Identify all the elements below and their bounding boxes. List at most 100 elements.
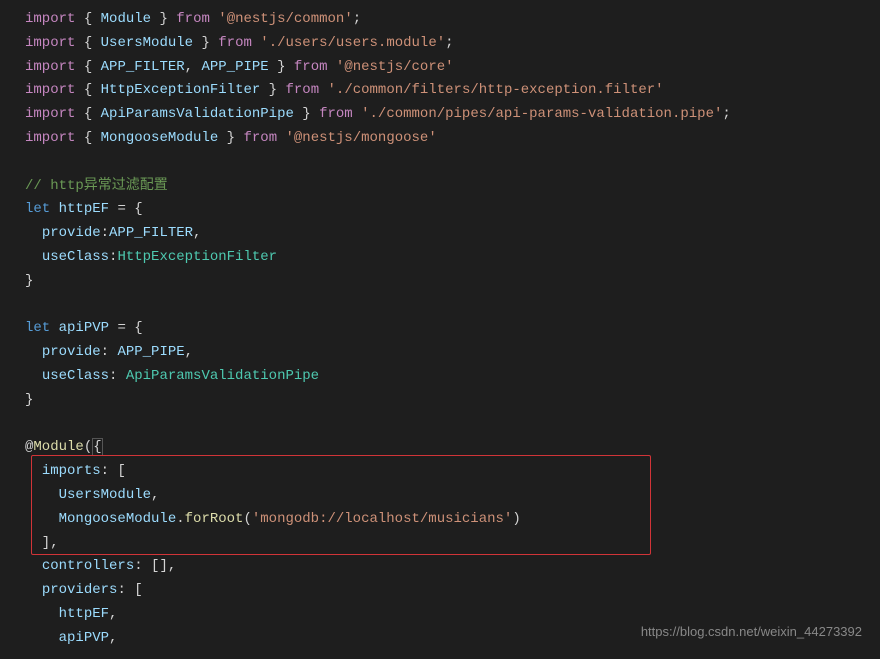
code-line[interactable]: import { Module } from '@nestjs/common'; bbox=[25, 8, 880, 32]
code-token-punctuation: { bbox=[75, 11, 100, 27]
code-line[interactable] bbox=[25, 151, 880, 175]
code-line[interactable]: } bbox=[25, 270, 880, 294]
code-line[interactable]: provide:APP_FILTER, bbox=[25, 222, 880, 246]
code-token-punctuation: , bbox=[151, 487, 159, 503]
code-token-identifier: MongooseModule bbox=[59, 511, 177, 527]
code-token-kw-let: let bbox=[25, 201, 50, 217]
code-token-punctuation: : bbox=[109, 368, 126, 384]
code-token-property: providers bbox=[42, 582, 118, 598]
code-token-property: useClass bbox=[42, 249, 109, 265]
code-token-punctuation: ; bbox=[722, 106, 730, 122]
code-line[interactable]: ], bbox=[25, 532, 880, 556]
code-token-punctuation: = { bbox=[109, 320, 143, 336]
code-token-kw-from: from bbox=[243, 130, 277, 146]
code-token-punctuation: : [ bbox=[101, 463, 126, 479]
code-token-punctuation: , bbox=[185, 344, 193, 360]
code-token-punctuation bbox=[25, 344, 42, 360]
code-token-identifier: httpEF bbox=[59, 201, 109, 217]
code-line[interactable]: @Module({ bbox=[25, 436, 880, 460]
code-token-punctuation bbox=[25, 249, 42, 265]
code-token-identifier: APP_PIPE bbox=[201, 59, 268, 75]
code-token-punctuation bbox=[25, 463, 42, 479]
code-token-punctuation: { bbox=[75, 130, 100, 146]
code-line[interactable]: controllers: [], bbox=[25, 555, 880, 579]
code-line[interactable]: import { APP_FILTER, APP_PIPE } from '@n… bbox=[25, 56, 880, 80]
code-token-bracket-highlight: { bbox=[92, 438, 102, 456]
code-token-punctuation: } bbox=[269, 59, 294, 75]
code-token-punctuation bbox=[277, 130, 285, 146]
code-token-kw-from: from bbox=[286, 82, 320, 98]
code-token-comment: // http异常过滤配置 bbox=[25, 178, 168, 194]
code-token-identifier: Module bbox=[101, 11, 151, 27]
code-token-punctuation bbox=[25, 582, 42, 598]
code-token-identifier: apiPVP bbox=[59, 630, 109, 646]
code-line[interactable] bbox=[25, 294, 880, 318]
code-token-identifier: APP_FILTER bbox=[101, 59, 185, 75]
code-line[interactable]: providers: [ bbox=[25, 579, 880, 603]
code-token-punctuation bbox=[328, 59, 336, 75]
code-token-identifier: APP_PIPE bbox=[117, 344, 184, 360]
code-token-punctuation: : [], bbox=[134, 558, 176, 574]
code-token-identifier: apiPVP bbox=[59, 320, 109, 336]
code-token-property: controllers bbox=[42, 558, 134, 574]
code-line[interactable]: let apiPVP = { bbox=[25, 317, 880, 341]
code-token-property: provide bbox=[42, 225, 101, 241]
code-line[interactable]: useClass:HttpExceptionFilter bbox=[25, 246, 880, 270]
code-token-kw-from: from bbox=[319, 106, 353, 122]
code-token-punctuation bbox=[50, 320, 58, 336]
code-line[interactable] bbox=[25, 413, 880, 437]
code-line[interactable]: import { HttpExceptionFilter } from './c… bbox=[25, 79, 880, 103]
code-token-identifier: httpEF bbox=[59, 606, 109, 622]
code-token-string: './users/users.module' bbox=[260, 35, 445, 51]
code-token-identifier: APP_FILTER bbox=[109, 225, 193, 241]
code-token-punctuation: } bbox=[25, 273, 33, 289]
code-token-punctuation: ( bbox=[84, 439, 92, 455]
code-token-punctuation: ; bbox=[353, 11, 361, 27]
code-line[interactable]: // http异常过滤配置 bbox=[25, 175, 880, 199]
code-token-string: './common/filters/http-exception.filter' bbox=[328, 82, 664, 98]
code-token-punctuation bbox=[25, 225, 42, 241]
code-token-kw-let: let bbox=[25, 320, 50, 336]
code-token-type: ApiParamsValidationPipe bbox=[126, 368, 319, 384]
code-line[interactable]: provide: APP_PIPE, bbox=[25, 341, 880, 365]
code-token-punctuation: : bbox=[101, 344, 118, 360]
code-token-punctuation: = { bbox=[109, 201, 143, 217]
code-token-kw-import: import bbox=[25, 106, 75, 122]
code-line[interactable]: let httpEF = { bbox=[25, 198, 880, 222]
code-editor[interactable]: import { Module } from '@nestjs/common';… bbox=[0, 0, 880, 659]
code-token-identifier: UsersModule bbox=[101, 35, 193, 51]
code-token-punctuation bbox=[25, 487, 59, 503]
code-token-punctuation: ; bbox=[445, 35, 453, 51]
code-token-punctuation: : bbox=[101, 225, 109, 241]
code-token-punctuation: { bbox=[75, 59, 100, 75]
code-token-punctuation bbox=[25, 368, 42, 384]
watermark-text: https://blog.csdn.net/weixin_44273392 bbox=[641, 621, 862, 643]
code-token-punctuation: , bbox=[185, 59, 202, 75]
code-token-punctuation: , bbox=[193, 225, 201, 241]
code-line[interactable]: import { UsersModule } from './users/use… bbox=[25, 32, 880, 56]
code-token-punctuation: } bbox=[218, 130, 243, 146]
code-token-kw-from: from bbox=[294, 59, 328, 75]
code-token-string: '@nestjs/mongoose' bbox=[286, 130, 437, 146]
code-token-identifier: UsersModule bbox=[59, 487, 151, 503]
code-token-property: useClass bbox=[42, 368, 109, 384]
code-line[interactable]: MongooseModule.forRoot('mongodb://localh… bbox=[25, 508, 880, 532]
code-token-punctuation: } bbox=[193, 35, 218, 51]
code-token-punctuation: . bbox=[176, 511, 184, 527]
code-line[interactable]: UsersModule, bbox=[25, 484, 880, 508]
code-line[interactable]: imports: [ bbox=[25, 460, 880, 484]
code-token-punctuation bbox=[319, 82, 327, 98]
code-token-type: HttpExceptionFilter bbox=[117, 249, 277, 265]
code-line[interactable]: } bbox=[25, 389, 880, 413]
code-token-punctuation: } bbox=[294, 106, 319, 122]
code-token-string: '@nestjs/common' bbox=[218, 11, 352, 27]
code-token-punctuation: } bbox=[151, 11, 176, 27]
code-token-punctuation bbox=[25, 606, 59, 622]
code-line[interactable]: useClass: ApiParamsValidationPipe bbox=[25, 365, 880, 389]
code-token-string: 'mongodb://localhost/musicians' bbox=[252, 511, 512, 527]
code-token-punctuation bbox=[25, 511, 59, 527]
code-token-punctuation bbox=[50, 201, 58, 217]
code-line[interactable]: import { ApiParamsValidationPipe } from … bbox=[25, 103, 880, 127]
code-token-punctuation: : [ bbox=[117, 582, 142, 598]
code-line[interactable]: import { MongooseModule } from '@nestjs/… bbox=[25, 127, 880, 151]
